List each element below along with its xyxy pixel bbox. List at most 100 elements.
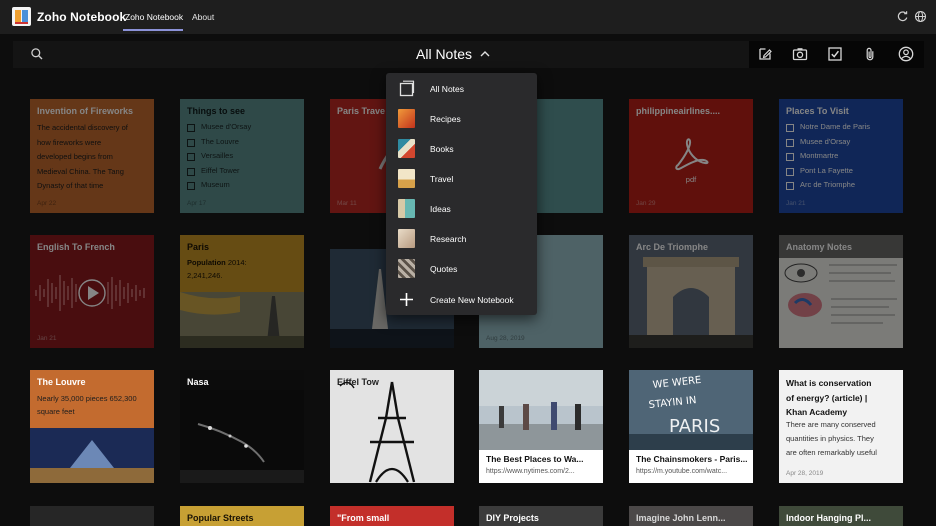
ideas-notebook-cover	[398, 199, 415, 218]
all-notes-icon	[399, 80, 415, 97]
checklist-item[interactable]: Arc de Triomphe	[786, 178, 899, 193]
note-card-invention-of-fireworks[interactable]: Invention of Fireworks The accidental di…	[30, 99, 154, 213]
note-title: The Chainsmokers - Paris...	[636, 454, 748, 464]
menu-item-travel[interactable]: Travel	[386, 163, 537, 193]
note-card-anatomy-notes[interactable]: Anatomy Notes	[779, 235, 903, 348]
menu-item-label: Travel	[430, 174, 454, 184]
tab-zoho-notebook[interactable]: Zoho Notebook	[125, 12, 183, 22]
note-title: The Best Places to Wa...	[486, 454, 584, 464]
note-title: philippineairlines....	[636, 106, 721, 116]
attachment-icon[interactable]	[862, 46, 878, 62]
plus-icon	[400, 293, 413, 306]
note-date: Mar 11	[337, 200, 357, 207]
menu-item-label: Books	[430, 144, 454, 154]
checklist-icon[interactable]	[827, 46, 843, 62]
globe-icon[interactable]	[914, 10, 927, 23]
search-icon[interactable]	[30, 47, 44, 61]
note-date: Apr 28, 2019	[786, 470, 824, 477]
menu-item-label: Quotes	[430, 264, 458, 274]
menu-item-quotes[interactable]: Quotes	[386, 253, 537, 283]
note-card-arc-de-triomphe[interactable]: Arc De Triomphe	[629, 235, 753, 348]
checklist-item[interactable]: Pont La Fayette	[786, 164, 899, 179]
note-card-from-small[interactable]: "From small	[330, 506, 454, 526]
note-card-paris-population[interactable]: Paris Population 2014: 2,241,246.	[180, 235, 304, 348]
menu-item-books[interactable]: Books	[386, 133, 537, 163]
checklist-item[interactable]: Museum	[187, 178, 300, 193]
menu-item-all-notes[interactable]: All Notes	[386, 73, 537, 103]
note-title: Anatomy Notes	[779, 235, 903, 258]
eiffel-tower-sketch	[339, 381, 416, 483]
note-card-imagine[interactable]: Imagine John Lenn...	[629, 506, 753, 526]
menu-item-label: Research	[430, 234, 467, 244]
note-title: Invention of Fireworks	[37, 106, 134, 116]
note-title: DIY Projects	[486, 513, 539, 523]
tab-about[interactable]: About	[192, 12, 214, 22]
note-card-diy-projects[interactable]: DIY Projects	[479, 506, 603, 526]
note-card-chainsmokers[interactable]: WE WERE STAYIN IN PARIS The Chainsmokers…	[629, 370, 753, 483]
note-title: Popular Streets	[187, 513, 254, 523]
note-title: Nasa	[187, 377, 209, 387]
note-card-popular-streets[interactable]: Popular Streets	[180, 506, 304, 526]
menu-item-recipes[interactable]: Recipes	[386, 103, 537, 133]
note-card-partial-1[interactable]	[30, 506, 154, 526]
svg-text:PARIS: PARIS	[669, 416, 720, 437]
checklist-item[interactable]: Musee d'Orsay	[187, 120, 300, 135]
note-card-best-places[interactable]: The Best Places to Wa... https://www.nyt…	[479, 370, 603, 483]
note-excerpt: Nearly 35,000 pieces 652,300 square feet	[37, 394, 137, 416]
menu-item-label: Create New Notebook	[430, 295, 514, 305]
pdf-icon	[675, 138, 709, 171]
note-card-conservation-of-energy[interactable]: What is conservation of energy? (article…	[779, 370, 903, 483]
checklist-item[interactable]: Musee d'Orsay	[786, 135, 899, 150]
checklist-item[interactable]: Versailles	[187, 149, 300, 164]
app-title: Zoho Notebook	[37, 10, 127, 24]
checklist-item[interactable]: The Louvre	[187, 135, 300, 150]
research-notebook-cover	[398, 229, 415, 248]
note-card-the-louvre[interactable]: The Louvre Nearly 35,000 pieces 652,300 …	[30, 370, 154, 483]
note-title: Imagine John Lenn...	[636, 513, 726, 523]
note-title: English To French	[37, 242, 115, 252]
note-date: Jan 21	[37, 335, 57, 342]
app-bar: Zoho Notebook Zoho Notebook About	[0, 0, 936, 34]
night-earth-photo	[180, 390, 304, 483]
link-url[interactable]: https://www.nytimes.com/2...	[486, 468, 599, 475]
note-date: Jan 29	[636, 200, 656, 207]
account-icon[interactable]	[898, 46, 914, 62]
checklist-item[interactable]: Eiffel Tower	[187, 164, 300, 179]
note-card-english-to-french[interactable]: English To French Jan 21	[30, 235, 154, 348]
quotes-notebook-cover	[398, 259, 415, 278]
note-excerpt: There are many conserved quantities in p…	[786, 420, 877, 457]
note-card-philippineairlines-pdf[interactable]: philippineairlines.... pdf Jan 29	[629, 99, 753, 213]
link-url[interactable]: https://m.youtube.com/watc...	[636, 468, 749, 475]
chevron-up-icon[interactable]	[479, 49, 491, 59]
note-title: "From small	[337, 513, 390, 523]
note-date: Apr 22	[37, 200, 57, 207]
recipes-notebook-cover	[398, 109, 415, 128]
menu-item-ideas[interactable]: Ideas	[386, 193, 537, 223]
checklist-item[interactable]: Notre Dame de Paris	[786, 120, 899, 135]
note-card-indoor-hanging[interactable]: Indoor Hanging Pl...	[779, 506, 903, 526]
audio-waveform	[35, 275, 145, 311]
note-date: Aug 28, 2019	[486, 335, 525, 342]
street-photo	[479, 370, 603, 450]
checklist: Notre Dame de Paris Musee d'Orsay Montma…	[786, 120, 899, 193]
note-card-eiffel-tower-sketch[interactable]: Eiffel Tow	[330, 370, 454, 483]
camera-icon[interactable]	[792, 46, 808, 62]
notebook-title[interactable]: All Notes	[416, 46, 472, 62]
note-card-nasa[interactable]: Nasa	[180, 370, 304, 483]
menu-item-research[interactable]: Research	[386, 223, 537, 253]
note-date: Jan 21	[786, 200, 806, 207]
note-excerpt: The accidental discovery of how firework…	[37, 123, 128, 190]
note-title: The Louvre	[37, 377, 86, 387]
note-title: Places To Visit	[786, 106, 849, 116]
new-text-note-icon[interactable]	[757, 46, 773, 62]
notebook-dropdown-menu: All Notes Recipes Books Travel Ideas Res…	[386, 73, 537, 315]
note-card-places-to-visit[interactable]: Places To Visit Notre Dame de Paris Muse…	[779, 99, 903, 213]
note-card-things-to-see[interactable]: Things to see Musee d'Orsay The Louvre V…	[180, 99, 304, 213]
refresh-icon[interactable]	[896, 10, 909, 23]
pdf-label: pdf	[685, 175, 697, 184]
note-title: Paris	[187, 242, 210, 252]
menu-item-create-new-notebook[interactable]: Create New Notebook	[386, 284, 537, 314]
checklist-item[interactable]: Montmartre	[786, 149, 899, 164]
note-date: Apr 17	[187, 200, 207, 207]
active-tab-indicator	[123, 29, 183, 31]
